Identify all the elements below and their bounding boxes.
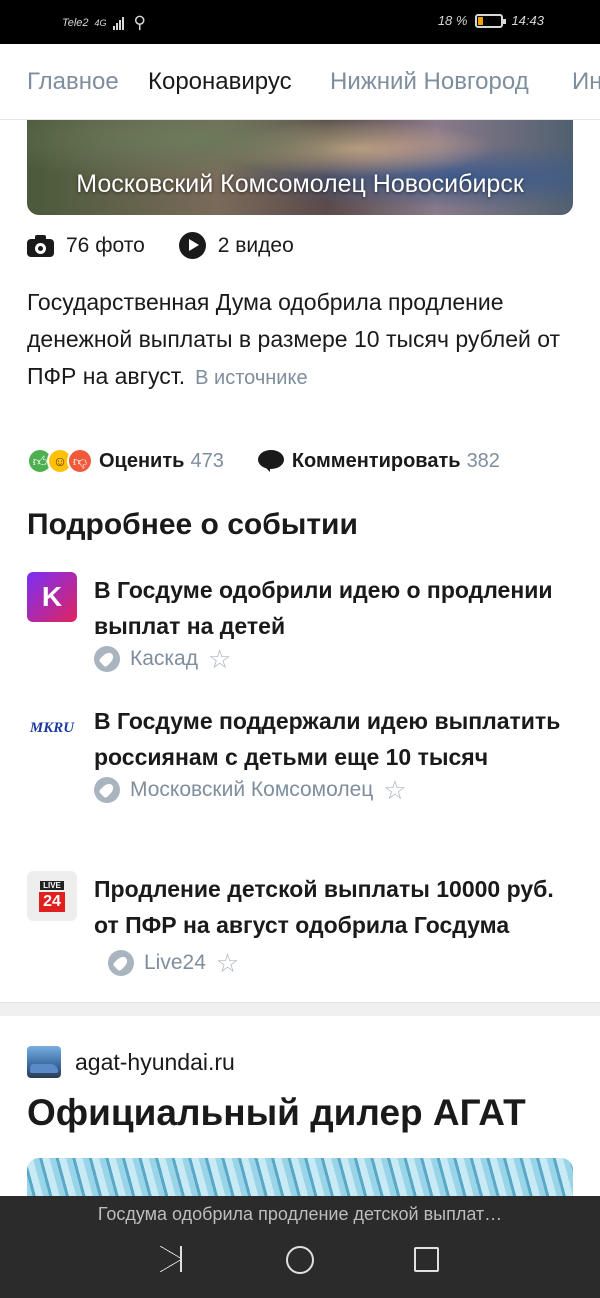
live24-logo: LIVE 24 bbox=[27, 871, 77, 921]
story-actions: 👍︎ ☺︎ 👎︎ Оценить 473 Комментировать 382 bbox=[27, 448, 500, 474]
news-title: В Госдуме поддержали идею выплатить росс… bbox=[94, 708, 561, 770]
rocket-icon bbox=[108, 950, 134, 976]
back-icon[interactable] bbox=[160, 1246, 182, 1272]
car-favicon-icon bbox=[27, 1046, 61, 1078]
mk-logo: MKRU bbox=[27, 703, 77, 753]
rate-label: Оценить bbox=[99, 449, 185, 472]
videos-count: 2 видео bbox=[217, 233, 294, 257]
rocket-icon bbox=[94, 777, 120, 803]
news-title-wrap: Продление детской выплаты 10000 руб. от … bbox=[94, 871, 574, 986]
source-link[interactable]: В источнике bbox=[195, 367, 307, 389]
page-title-bar[interactable]: Госдума одобрила продление детской выпла… bbox=[0, 1204, 600, 1225]
story-photo[interactable]: Московский Комсомолец Новосибирск bbox=[27, 120, 573, 215]
comment-button[interactable]: Комментировать 382 bbox=[257, 449, 500, 473]
tab-nizhny-novgorod[interactable]: Нижний Новгород bbox=[330, 68, 529, 96]
ad-image[interactable] bbox=[27, 1158, 573, 1198]
status-right: 18 % 14:43 bbox=[438, 13, 544, 28]
tab-main[interactable]: Главное bbox=[27, 68, 119, 96]
news-source: Live24 ☆ bbox=[108, 945, 239, 981]
search-icon: ⚲ bbox=[133, 13, 146, 32]
star-icon[interactable]: ☆ bbox=[216, 950, 239, 976]
signal-icon bbox=[112, 16, 124, 30]
news-title: В Госдуме одобрили идею о продлении выпл… bbox=[94, 577, 553, 639]
kaskad-logo: K bbox=[27, 572, 77, 622]
live24-logo-num: 24 bbox=[39, 891, 65, 912]
section-title: Подробнее о событии bbox=[27, 508, 358, 541]
status-left: Tele2 4G ⚲ bbox=[62, 13, 146, 33]
ad-title[interactable]: Официальный дилер АГАТ bbox=[27, 1092, 526, 1134]
status-bar: Tele2 4G ⚲ 18 % 14:43 bbox=[0, 0, 600, 44]
rocket-icon bbox=[94, 646, 120, 672]
battery-icon bbox=[475, 13, 507, 28]
photo-source-caption: Московский Комсомолец Новосибирск bbox=[76, 170, 524, 198]
reaction-icons: 👍︎ ☺︎ 👎︎ bbox=[27, 448, 93, 474]
thumbs-down-icon: 👎︎ bbox=[67, 448, 93, 474]
battery-percent: 18 % bbox=[437, 13, 468, 28]
media-counters: 76 фото 2 видео bbox=[27, 232, 328, 259]
comment-count: 382 bbox=[466, 449, 500, 472]
photos-link[interactable]: 76 фото bbox=[27, 234, 145, 258]
comment-bubble-icon bbox=[257, 450, 284, 472]
story-summary: Государственная Дума одобрила продление … bbox=[27, 284, 575, 397]
source-name[interactable]: Каскад bbox=[130, 647, 198, 671]
recent-apps-icon[interactable] bbox=[414, 1247, 439, 1272]
carrier-name: Tele2 bbox=[62, 17, 89, 29]
tab-coronavirus[interactable]: Коронавирус bbox=[148, 68, 292, 96]
ad-domain: agat-hyundai.ru bbox=[75, 1048, 235, 1075]
clock: 14:43 bbox=[511, 13, 544, 28]
live24-logo-top: LIVE bbox=[40, 880, 64, 890]
source-name[interactable]: Московский Комсомолец bbox=[130, 778, 373, 802]
source-name[interactable]: Live24 bbox=[144, 945, 206, 981]
home-icon[interactable] bbox=[286, 1246, 314, 1274]
tab-more[interactable]: Ин bbox=[572, 68, 600, 96]
star-icon[interactable]: ☆ bbox=[383, 777, 406, 803]
bottom-bar: Госдума одобрила продление детской выпла… bbox=[0, 1196, 600, 1298]
section-divider bbox=[0, 1002, 600, 1016]
news-source: Каскад ☆ bbox=[94, 646, 231, 672]
comment-label: Комментировать bbox=[291, 449, 461, 472]
ad-source[interactable]: agat-hyundai.ru bbox=[27, 1046, 235, 1078]
news-title: Продление детской выплаты 10000 руб. от … bbox=[94, 876, 554, 938]
star-icon[interactable]: ☆ bbox=[208, 646, 231, 672]
camera-icon bbox=[27, 234, 54, 257]
rate-button[interactable]: 👍︎ ☺︎ 👎︎ Оценить 473 bbox=[27, 448, 224, 474]
videos-link[interactable]: 2 видео bbox=[178, 232, 294, 259]
news-source: Московский Комсомолец ☆ bbox=[94, 777, 407, 803]
photos-count: 76 фото bbox=[66, 233, 145, 257]
category-tabs: Главное Коронавирус Нижний Новгород Ин bbox=[0, 44, 600, 120]
play-icon bbox=[178, 232, 206, 259]
network-type: 4G bbox=[94, 18, 107, 28]
rate-count: 473 bbox=[190, 449, 224, 472]
